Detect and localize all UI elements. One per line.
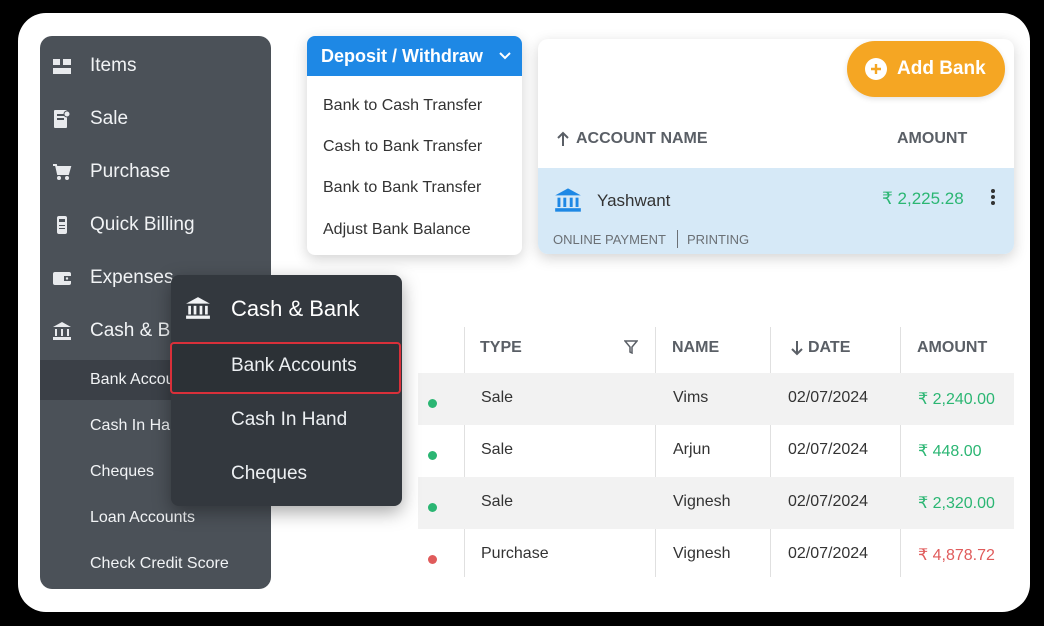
add-bank-label: Add Bank [897,58,986,79]
date-header[interactable]: DATE [790,339,850,357]
sidebar-sub-label: Loan Accounts [90,509,195,526]
cell-date: 02/07/2024 [788,389,869,406]
flyout-item-cash-in-hand[interactable]: Cash In Hand [231,409,347,431]
sidebar-item-items[interactable]: Items [40,46,271,86]
cart-icon [52,162,72,182]
cell-date: 02/07/2024 [788,545,869,562]
header-label: ACCOUNT NAME [576,130,708,147]
flyout-item-bank-accounts[interactable]: Bank Accounts [231,355,357,377]
add-bank-button[interactable]: Add Bank [847,41,1005,97]
cell-date: 02/07/2024 [788,493,869,510]
cell-date: 02/07/2024 [788,441,869,458]
more-options-icon[interactable] [990,188,996,206]
dropdown-item-bank-to-cash[interactable]: Bank to Cash Transfer [323,97,482,115]
sidebar-item-label: Expenses [90,267,174,288]
status-dot [428,503,437,512]
name-header[interactable]: NAME [672,339,719,357]
cell-amount: ₹ 448.00 [918,443,982,460]
sidebar-item-label: Items [90,55,137,76]
cell-amount: ₹ 4,878.72 [918,547,995,564]
table-row[interactable]: Purchase Vignesh 02/07/2024 ₹ 4,878.72 [418,529,1014,581]
sidebar-item-label: Sale [90,108,129,129]
chevron-down-icon [499,52,511,60]
dropdown-item-cash-to-bank[interactable]: Cash to Bank Transfer [323,138,482,156]
arrow-down-icon [791,341,803,356]
cell-name: Arjun [673,441,711,458]
account-name: Yashwant [597,191,671,210]
bank-icon [555,188,581,212]
bank-icon [52,321,72,341]
header-label: DATE [808,339,851,356]
deposit-withdraw-button[interactable]: Deposit / Withdraw [307,36,522,76]
table-row[interactable]: Sale Arjun 02/07/2024 ₹ 448.00 [418,425,1014,477]
tag-divider [677,230,678,248]
sidebar-item-purchase[interactable]: Purchase [40,152,271,192]
amount-header[interactable]: AMOUNT [917,339,987,357]
filter-icon[interactable] [624,340,638,354]
bank-accounts-card: Add Bank ACCOUNT NAME AMOUNT Yashwant ₹ … [538,39,1014,254]
account-row[interactable]: Yashwant ₹ 2,225.28 ONLINE PAYMENT PRINT… [538,168,1014,254]
sidebar-sub-label: Cheques [90,463,155,480]
flyout-title: Cash & Bank [231,296,360,321]
cell-amount: ₹ 2,320.00 [918,495,995,512]
cell-type: Sale [481,493,514,510]
dropdown-title: Deposit / Withdraw [321,45,483,66]
type-header[interactable]: TYPE [480,339,522,357]
cell-name: Vignesh [673,493,731,510]
wallet-icon [52,268,72,288]
account-name-header[interactable]: ACCOUNT NAME [556,130,708,148]
cell-name: Vignesh [673,545,731,562]
cell-type: Sale [481,441,514,458]
cash-bank-flyout: Cash & Bank Bank Accounts Cash In Hand C… [170,275,402,506]
account-amount: ₹ 2,225.28 [882,189,964,208]
account-tag: PRINTING [687,232,750,247]
arrow-up-icon [557,131,569,146]
app-frame: Items Sale Purchase Quick Billing Expens… [18,13,1030,612]
items-icon [52,56,72,76]
table-row[interactable]: Sale Vims 02/07/2024 ₹ 2,240.00 [418,373,1014,425]
deposit-withdraw-dropdown: Deposit / Withdraw Bank to Cash Transfer… [307,36,522,255]
sidebar-item-quick-billing[interactable]: Quick Billing [40,205,271,245]
cell-type: Purchase [481,545,549,562]
status-dot [428,399,437,408]
transactions-table: TYPE NAME DATE AMOUNT Sale Vims 02/07/20… [418,327,1014,577]
sidebar-item-label: Quick Billing [90,214,195,235]
cell-name: Vims [673,389,709,406]
plus-icon [865,58,887,80]
sale-icon [52,109,72,129]
account-tag: ONLINE PAYMENT [553,232,666,247]
status-dot [428,451,437,460]
status-dot [428,555,437,564]
cell-type: Sale [481,389,514,406]
dropdown-item-adjust-balance[interactable]: Adjust Bank Balance [323,221,471,239]
sidebar-item-sale[interactable]: Sale [40,99,271,139]
dropdown-item-bank-to-bank[interactable]: Bank to Bank Transfer [323,179,481,197]
sidebar-sub-check-credit-score[interactable]: Check Credit Score [40,544,271,584]
flyout-item-cheques[interactable]: Cheques [231,463,307,485]
sidebar-sub-label: Check Credit Score [90,555,229,572]
cell-amount: ₹ 2,240.00 [918,391,995,408]
bank-icon [186,297,210,319]
sidebar-item-label: Purchase [90,161,171,182]
amount-header[interactable]: AMOUNT [897,130,967,148]
table-row[interactable]: Sale Vignesh 02/07/2024 ₹ 2,320.00 [418,477,1014,529]
billing-icon [52,215,72,235]
